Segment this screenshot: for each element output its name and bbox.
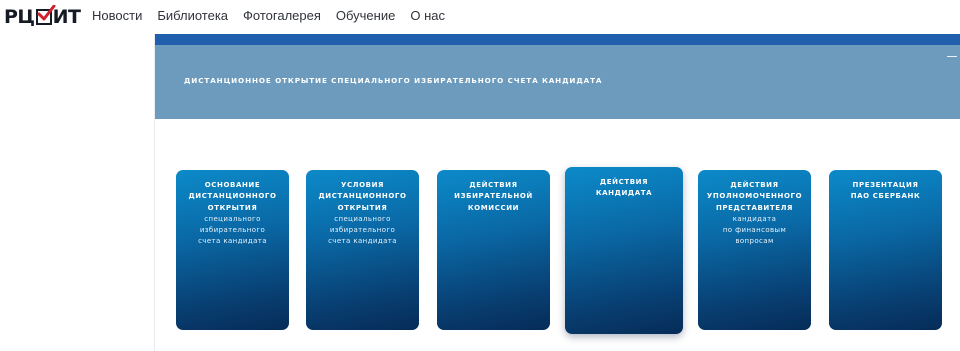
card-sberbank-presentation[interactable]: ПРЕЗЕНТАЦИЯ ПАО СБЕРБАНК [829, 170, 942, 330]
card-conditions[interactable]: УСЛОВИЯ ДИСТАНЦИОННОГО ОТКРЫТИЯ специальног… [306, 170, 419, 330]
card-candidate-actions[interactable]: ДЕЙСТВИЯ КАНДИДАТА [565, 167, 683, 334]
card-heading-line: ПРЕЗЕНТАЦИЯ [852, 181, 919, 189]
banner-title: ДИСТАНЦИОННОЕ ОТКРЫТИЕ СПЕЦИАЛЬНОГО ИЗБИ… [184, 76, 603, 85]
card-heading-line: ДИСТАНЦИОННОГО [188, 192, 277, 201]
top-accent-strip [155, 34, 960, 45]
card-heading-line: ДИСТАНЦИОННОГО [318, 192, 407, 201]
card-heading-line: КОМИССИИ [467, 203, 520, 212]
card-heading-line: ПРЕДСТАВИТЕЛЯ [715, 203, 794, 212]
card-text-line: по финансовым [722, 226, 787, 235]
presentation-area: ДИСТАНЦИОННОЕ ОТКРЫТИЕ СПЕЦИАЛЬНОГО ИЗБИ… [154, 34, 960, 351]
main-nav: Новости Библиотека Фотогалерея Обучение … [92, 8, 460, 23]
card-text-line: избирательного [199, 226, 266, 235]
left-sidebar [0, 34, 154, 351]
nav-item-photogallery[interactable]: Фотогалерея [243, 8, 321, 23]
card-heading-line: УСЛОВИЯ [340, 181, 385, 189]
card-text-line: счета кандидата [328, 237, 397, 246]
card-text-line: кандидата [732, 214, 777, 223]
top-navigation-bar: РЦ ИТ Новости Библиотека Фотогалерея Обу… [0, 0, 960, 35]
card-text-line: специального [204, 214, 261, 223]
nav-item-library[interactable]: Библиотека [157, 8, 228, 23]
logo-text-left: РЦ [4, 6, 35, 28]
card-heading-line: ОТКРЫТИЯ [207, 203, 258, 212]
site-logo[interactable]: РЦ ИТ [4, 5, 81, 28]
card-heading-line: ДЕЙСТВИЯ [730, 181, 779, 189]
logo-checkbox-icon [35, 5, 56, 25]
card-text-line: специального [334, 214, 391, 223]
card-representative-actions[interactable]: ДЕЙСТВИЯ УПОЛНОМОЧЕННОГО ПРЕДСТАВИТЕЛЯ канд… [698, 170, 811, 330]
card-basis[interactable]: ОСНОВАНИЕ ДИСТАНЦИОННОГО ОТКРЫТИЯ специальн… [176, 170, 289, 330]
card-text-line: счета кандидата [198, 237, 267, 246]
nav-item-education[interactable]: Обучение [336, 8, 395, 23]
card-heading-line: ДЕЙСТВИЯ [469, 181, 518, 189]
nav-item-news[interactable]: Новости [92, 8, 142, 23]
card-heading-line: ПАО СБЕРБАНК [850, 192, 921, 201]
nav-item-about[interactable]: О нас [410, 8, 445, 23]
card-heading-line: ДЕЙСТВИЯ [599, 178, 649, 186]
minus-icon[interactable] [947, 56, 957, 57]
card-heading-line: ОТКРЫТИЯ [337, 203, 388, 212]
card-commission-actions[interactable]: ДЕЙСТВИЯ ИЗБИРАТЕЛЬНОЙ КОМИССИИ [437, 170, 550, 330]
card-heading-line: ОСНОВАНИЕ [204, 181, 261, 189]
card-text-line: избирательного [329, 226, 396, 235]
card-heading-line: ИЗБИРАТЕЛЬНОЙ [454, 192, 533, 201]
card-heading-line: УПОЛНОМОЧЕННОГО [706, 192, 803, 201]
card-heading-line: КАНДИДАТА [595, 189, 653, 198]
logo-text-right: ИТ [52, 6, 81, 28]
card-text-line: вопросам [735, 237, 774, 246]
section-banner: ДИСТАНЦИОННОЕ ОТКРЫТИЕ СПЕЦИАЛЬНОГО ИЗБИ… [155, 45, 960, 119]
